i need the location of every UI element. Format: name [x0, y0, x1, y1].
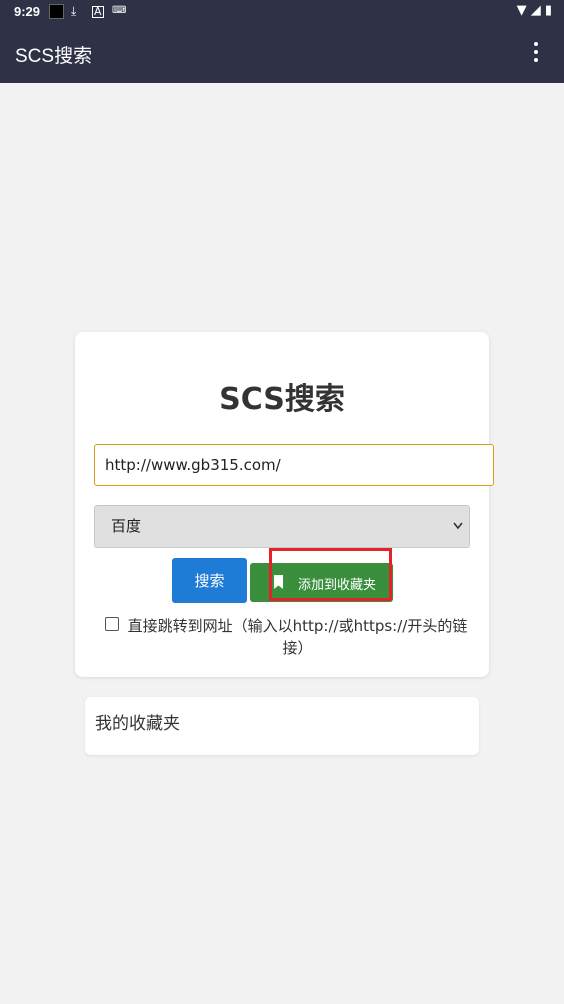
engine-select-value: 百度 — [111, 517, 142, 535]
app-bar: SCS搜索 — [0, 24, 564, 83]
search-button[interactable]: 搜索 — [172, 558, 247, 603]
bookmark-icon — [274, 575, 283, 589]
add-favorite-label: 添加到收藏夹 — [298, 578, 377, 593]
battery-icon: ▮ — [544, 3, 552, 18]
favorites-card: 我的收藏夹 — [85, 697, 479, 755]
favorites-title: 我的收藏夹 — [95, 714, 180, 734]
status-right-icons: ▼ ◢ ▮ — [517, 3, 552, 18]
app-title: SCS搜索 — [15, 46, 93, 67]
chevron-down-icon — [453, 506, 463, 564]
search-input[interactable] — [94, 444, 494, 486]
download-icon: ⤓ — [71, 4, 77, 18]
direct-jump-checkbox[interactable] — [105, 617, 119, 631]
search-card: SCS搜索 百度 搜索 添加到收藏夹 直接跳转到网址（输入以http://或ht… — [75, 332, 494, 677]
more-vert-icon[interactable] — [526, 38, 546, 68]
wifi-icon: ▼ — [516, 3, 527, 18]
keyboard-icon: ⌨ — [112, 5, 127, 16]
black-square-icon — [49, 4, 64, 19]
engine-select[interactable]: 百度 — [94, 505, 470, 548]
status-time: 9:29 — [14, 4, 41, 19]
page-title: SCS搜索 — [219, 382, 345, 417]
a-icon: A — [92, 5, 104, 18]
add-favorite-button[interactable]: 添加到收藏夹 — [250, 563, 393, 602]
signal-icon: ◢ — [530, 3, 541, 18]
direct-jump-label: 直接跳转到网址（输入以http://或https://开头的链接） — [127, 617, 468, 657]
status-bar: 9:29 ⤓ A ⌨ ▼ ◢ ▮ — [0, 0, 564, 24]
